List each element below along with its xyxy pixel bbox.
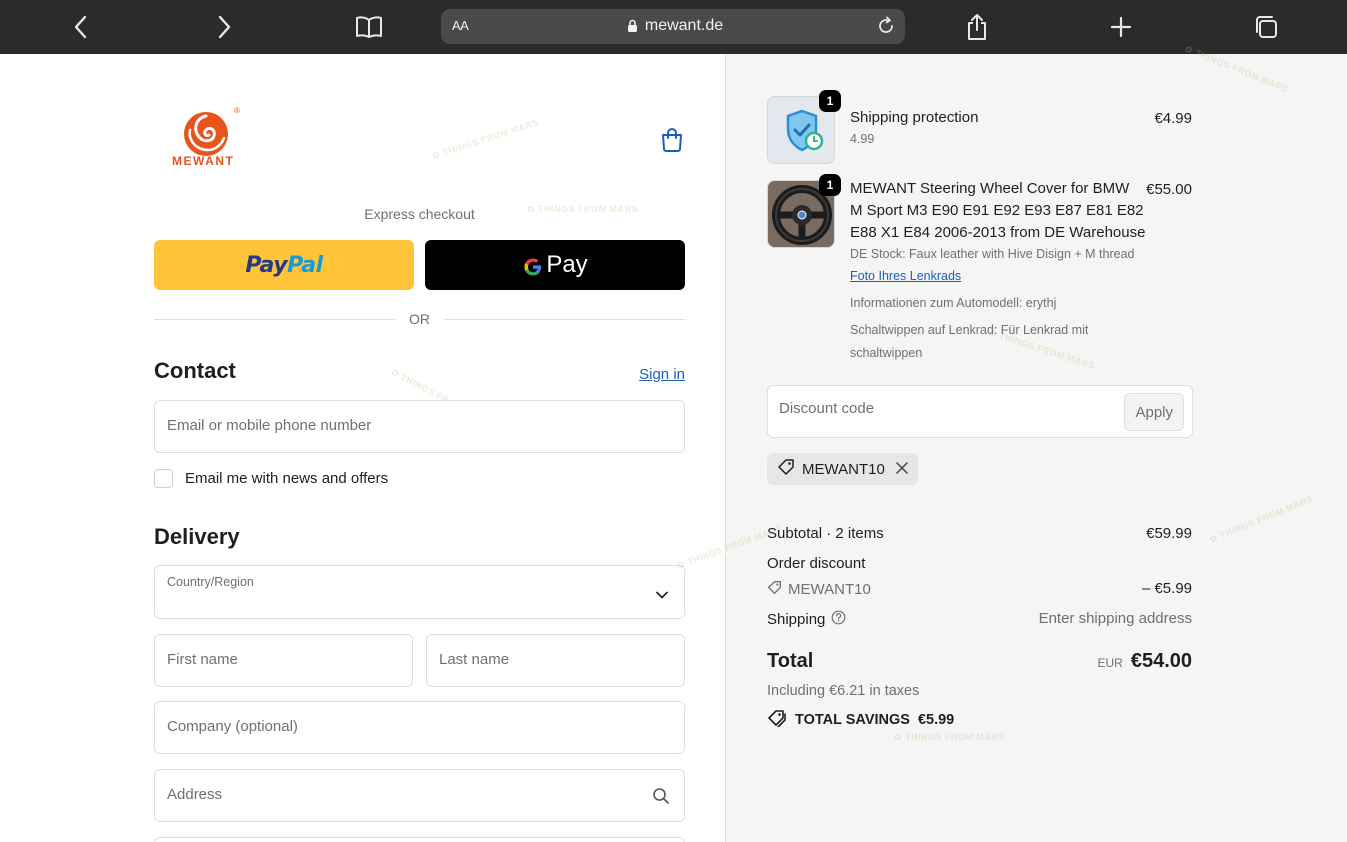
checkout-form-panel: ® MEWANT ✿ THINGS FROM MARS ✿ THINGS FRO… <box>0 54 725 842</box>
item-variant: DE Stock: Faux leather with Hive Disign … <box>850 247 1135 261</box>
shipping-row: Shipping <box>767 610 846 629</box>
order-discount-label: Order discount <box>767 555 866 572</box>
item-title-line-2: M Sport M3 E90 E91 E92 E93 E87 E81 E82 <box>850 202 1144 219</box>
cart-icon[interactable] <box>660 126 684 157</box>
tag-icon <box>777 458 795 480</box>
quantity-badge: 1 <box>819 174 841 196</box>
watermark: ✿ THINGS FROM MARS <box>1207 493 1315 545</box>
watermark: ✿ THINGS FROM MARS <box>431 117 540 161</box>
contact-heading: Contact <box>154 358 236 383</box>
paypal-logo: PayPal <box>245 252 323 278</box>
company-field[interactable] <box>154 701 685 754</box>
first-name-field[interactable] <box>154 634 413 687</box>
brand-wordmark: MEWANT <box>172 154 235 168</box>
total-label: Total <box>767 650 814 672</box>
total-amount: EUR €54.00 <box>1097 650 1192 673</box>
newsletter-label: Email me with news and offers <box>185 470 389 487</box>
steering-photo-link[interactable]: Foto Ihres Lenkrads <box>850 269 961 283</box>
applied-discount-code: MEWANT10 <box>802 460 885 478</box>
item-info-paddles-line-2: schaltwippen <box>850 346 923 360</box>
item-price: €4.99 <box>1154 110 1192 127</box>
sign-in-link[interactable]: Sign in <box>639 366 685 383</box>
country-select[interactable]: Country/Region <box>154 565 685 619</box>
reload-icon[interactable] <box>876 16 896 41</box>
address-field[interactable] <box>154 769 685 822</box>
item-price: €55.00 <box>1146 181 1192 198</box>
brand-registered-mark: ® <box>234 106 240 115</box>
next-field-partial[interactable] <box>154 837 685 842</box>
apply-discount-button[interactable]: Apply <box>1124 393 1184 431</box>
paypal-logo-part-1: Pay <box>245 252 288 278</box>
tag-icon <box>767 709 787 731</box>
taxes-note: Including €6.21 in taxes <box>767 683 920 699</box>
item-info-model: Informationen zum Automodell: erythj <box>850 296 1057 310</box>
subtotal-value: €59.99 <box>1146 525 1192 542</box>
address-input[interactable] <box>167 786 646 803</box>
url-host: mewant.de <box>644 17 724 34</box>
paypal-button[interactable]: PayPal <box>154 240 414 290</box>
bookmarks-icon[interactable] <box>352 10 386 44</box>
company-input[interactable] <box>167 718 646 735</box>
watermark: ✿ THINGS FROM MARS <box>894 732 1006 742</box>
item-subtitle: 4.99 <box>850 132 875 146</box>
first-name-input[interactable] <box>167 651 374 668</box>
google-pay-label: Pay <box>546 251 588 278</box>
address-bar[interactable]: AA mewant.de <box>441 9 905 44</box>
back-icon[interactable] <box>64 10 98 44</box>
item-title-line-3: E88 X1 E84 2006-2013 from DE Warehouse <box>850 224 1146 241</box>
search-icon[interactable] <box>652 787 670 810</box>
item-info-paddles-line-1: Schaltwippen auf Lenkrad: Für Lenkrad mi… <box>850 323 1089 337</box>
google-g-icon <box>522 250 544 281</box>
discount-code-text: MEWANT10 <box>788 581 871 598</box>
total-savings-label: TOTAL SAVINGS <box>795 712 910 728</box>
new-tab-icon[interactable] <box>1104 10 1138 44</box>
discount-code-input[interactable] <box>779 400 1109 417</box>
currency-code: EUR <box>1097 656 1123 670</box>
help-icon[interactable] <box>831 610 846 629</box>
browser-toolbar: AA mewant.de <box>0 0 1347 54</box>
email-field[interactable] <box>154 400 685 453</box>
last-name-input[interactable] <box>439 651 646 668</box>
total-savings-row: TOTAL SAVINGS €5.99 <box>767 709 954 731</box>
email-input[interactable] <box>167 417 646 434</box>
subtotal-label: Subtotal · 2 items <box>767 525 884 542</box>
brand-logo[interactable]: ® MEWANT <box>170 106 246 172</box>
item-title: Shipping protection <box>850 109 979 126</box>
remove-discount-icon[interactable] <box>896 461 908 478</box>
share-icon[interactable] <box>960 10 994 44</box>
chevron-down-icon <box>656 586 668 604</box>
discount-code-field[interactable]: Apply <box>767 385 1193 438</box>
item-title-line-1: MEWANT Steering Wheel Cover for BMW <box>850 180 1130 197</box>
total-value: €54.00 <box>1130 650 1192 672</box>
express-checkout-label: Express checkout <box>364 206 475 222</box>
last-name-field[interactable] <box>426 634 685 687</box>
discount-code-row: MEWANT10 <box>767 580 871 599</box>
tabs-icon[interactable] <box>1249 10 1283 44</box>
applied-discount-chip: MEWANT10 <box>767 453 918 485</box>
newsletter-checkbox[interactable] <box>154 469 173 488</box>
delivery-heading: Delivery <box>154 524 240 549</box>
tag-icon <box>767 580 782 599</box>
google-pay-button[interactable]: Pay <box>425 240 685 290</box>
shipping-label: Shipping <box>767 611 826 628</box>
order-summary-panel: ✿ THINGS FROM MARS ✿ THINGS FROM MARS ✿ … <box>675 44 1347 842</box>
paypal-logo-part-2: Pal <box>287 252 323 278</box>
or-divider: OR <box>154 311 685 329</box>
country-label: Country/Region <box>167 575 254 589</box>
shipping-value: Enter shipping address <box>1038 610 1192 627</box>
discount-value: – €5.99 <box>1141 580 1192 597</box>
forward-icon[interactable] <box>207 10 241 44</box>
total-savings-value: €5.99 <box>917 712 955 728</box>
quantity-badge: 1 <box>819 90 841 112</box>
